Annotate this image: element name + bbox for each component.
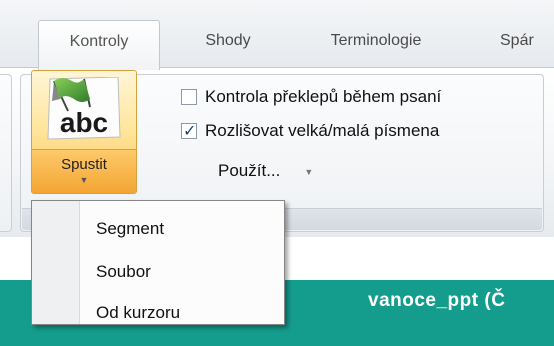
case-sensitive-checkbox[interactable] bbox=[181, 121, 197, 140]
abc-spellcheck-flag-icon: abc bbox=[47, 77, 121, 140]
use-dropdown-arrow-icon: ▼ bbox=[304, 167, 314, 177]
case-sensitive-label: Rozlišovat velká/malá písmena bbox=[205, 121, 440, 140]
tab-terminologie-label: Terminologie bbox=[330, 32, 422, 49]
tab-kontroly-label: Kontroly bbox=[69, 33, 129, 50]
tab-spar-label: Spár bbox=[500, 32, 534, 49]
option-case-sensitive[interactable]: Rozlišovat velká/malá písmena bbox=[181, 118, 439, 144]
typo-check-checkbox[interactable] bbox=[181, 89, 197, 105]
document-title: vanoce_ppt (Č bbox=[368, 290, 506, 311]
tab-shody[interactable]: Shody bbox=[184, 20, 272, 68]
menu-item-segment[interactable]: Segment bbox=[96, 219, 164, 239]
abc-icon-text: abc bbox=[60, 107, 108, 138]
tab-kontroly[interactable]: Kontroly bbox=[38, 20, 160, 70]
run-button-split[interactable]: Spustit ▼ bbox=[32, 149, 136, 193]
typo-check-label: Kontrola překlepů během psaní bbox=[205, 87, 442, 106]
run-spellcheck-button[interactable]: abc Spustit ▼ bbox=[31, 70, 137, 194]
menu-item-od-kurzoru[interactable]: Od kurzoru bbox=[96, 303, 180, 323]
use-dropdown-label: Použít... bbox=[218, 161, 281, 180]
run-dropdown-arrow-icon: ▼ bbox=[79, 175, 89, 185]
option-typo-check[interactable]: Kontrola překlepů během psaní bbox=[181, 84, 441, 110]
previous-ribbon-group bbox=[0, 74, 12, 232]
run-button-label: Spustit bbox=[61, 156, 107, 173]
tab-terminologie[interactable]: Terminologie bbox=[306, 20, 446, 68]
menu-item-soubor[interactable]: Soubor bbox=[96, 262, 151, 282]
tab-shody-label: Shody bbox=[205, 32, 251, 49]
tab-spar[interactable]: Spár bbox=[500, 20, 554, 68]
use-dropdown[interactable]: Použít... ▼ bbox=[218, 158, 313, 184]
menu-icon-gutter bbox=[32, 201, 80, 324]
run-dropdown-menu: Segment Soubor Od kurzoru bbox=[31, 200, 285, 325]
ribbon-tab-strip: Kontroly Shody Terminologie Spár bbox=[0, 0, 554, 70]
